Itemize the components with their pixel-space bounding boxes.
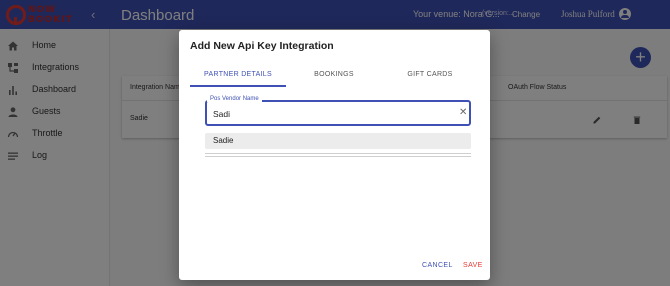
save-button[interactable]: SAVE — [463, 262, 483, 269]
pos-vendor-name-field[interactable]: ✕ — [205, 100, 471, 126]
dialog-title: Add New Api Key Integration — [190, 40, 334, 52]
divider — [205, 156, 471, 157]
pos-vendor-name-input[interactable] — [213, 108, 443, 120]
autocomplete-option[interactable]: Sadie — [205, 133, 471, 149]
active-tab-indicator — [190, 85, 286, 87]
add-api-key-dialog: Add New Api Key Integration PARTNER DETA… — [179, 30, 490, 280]
clear-icon[interactable]: ✕ — [459, 107, 467, 119]
tab-gift-cards[interactable]: GIFT CARDS — [382, 71, 478, 78]
tab-bookings[interactable]: BOOKINGS — [286, 71, 382, 78]
divider — [205, 153, 471, 154]
option-label: Sadie — [213, 136, 234, 145]
field-label: Pos Vendor Name — [207, 96, 262, 102]
cancel-button[interactable]: CANCEL — [422, 262, 453, 269]
tab-partner-details[interactable]: PARTNER DETAILS — [190, 71, 286, 78]
